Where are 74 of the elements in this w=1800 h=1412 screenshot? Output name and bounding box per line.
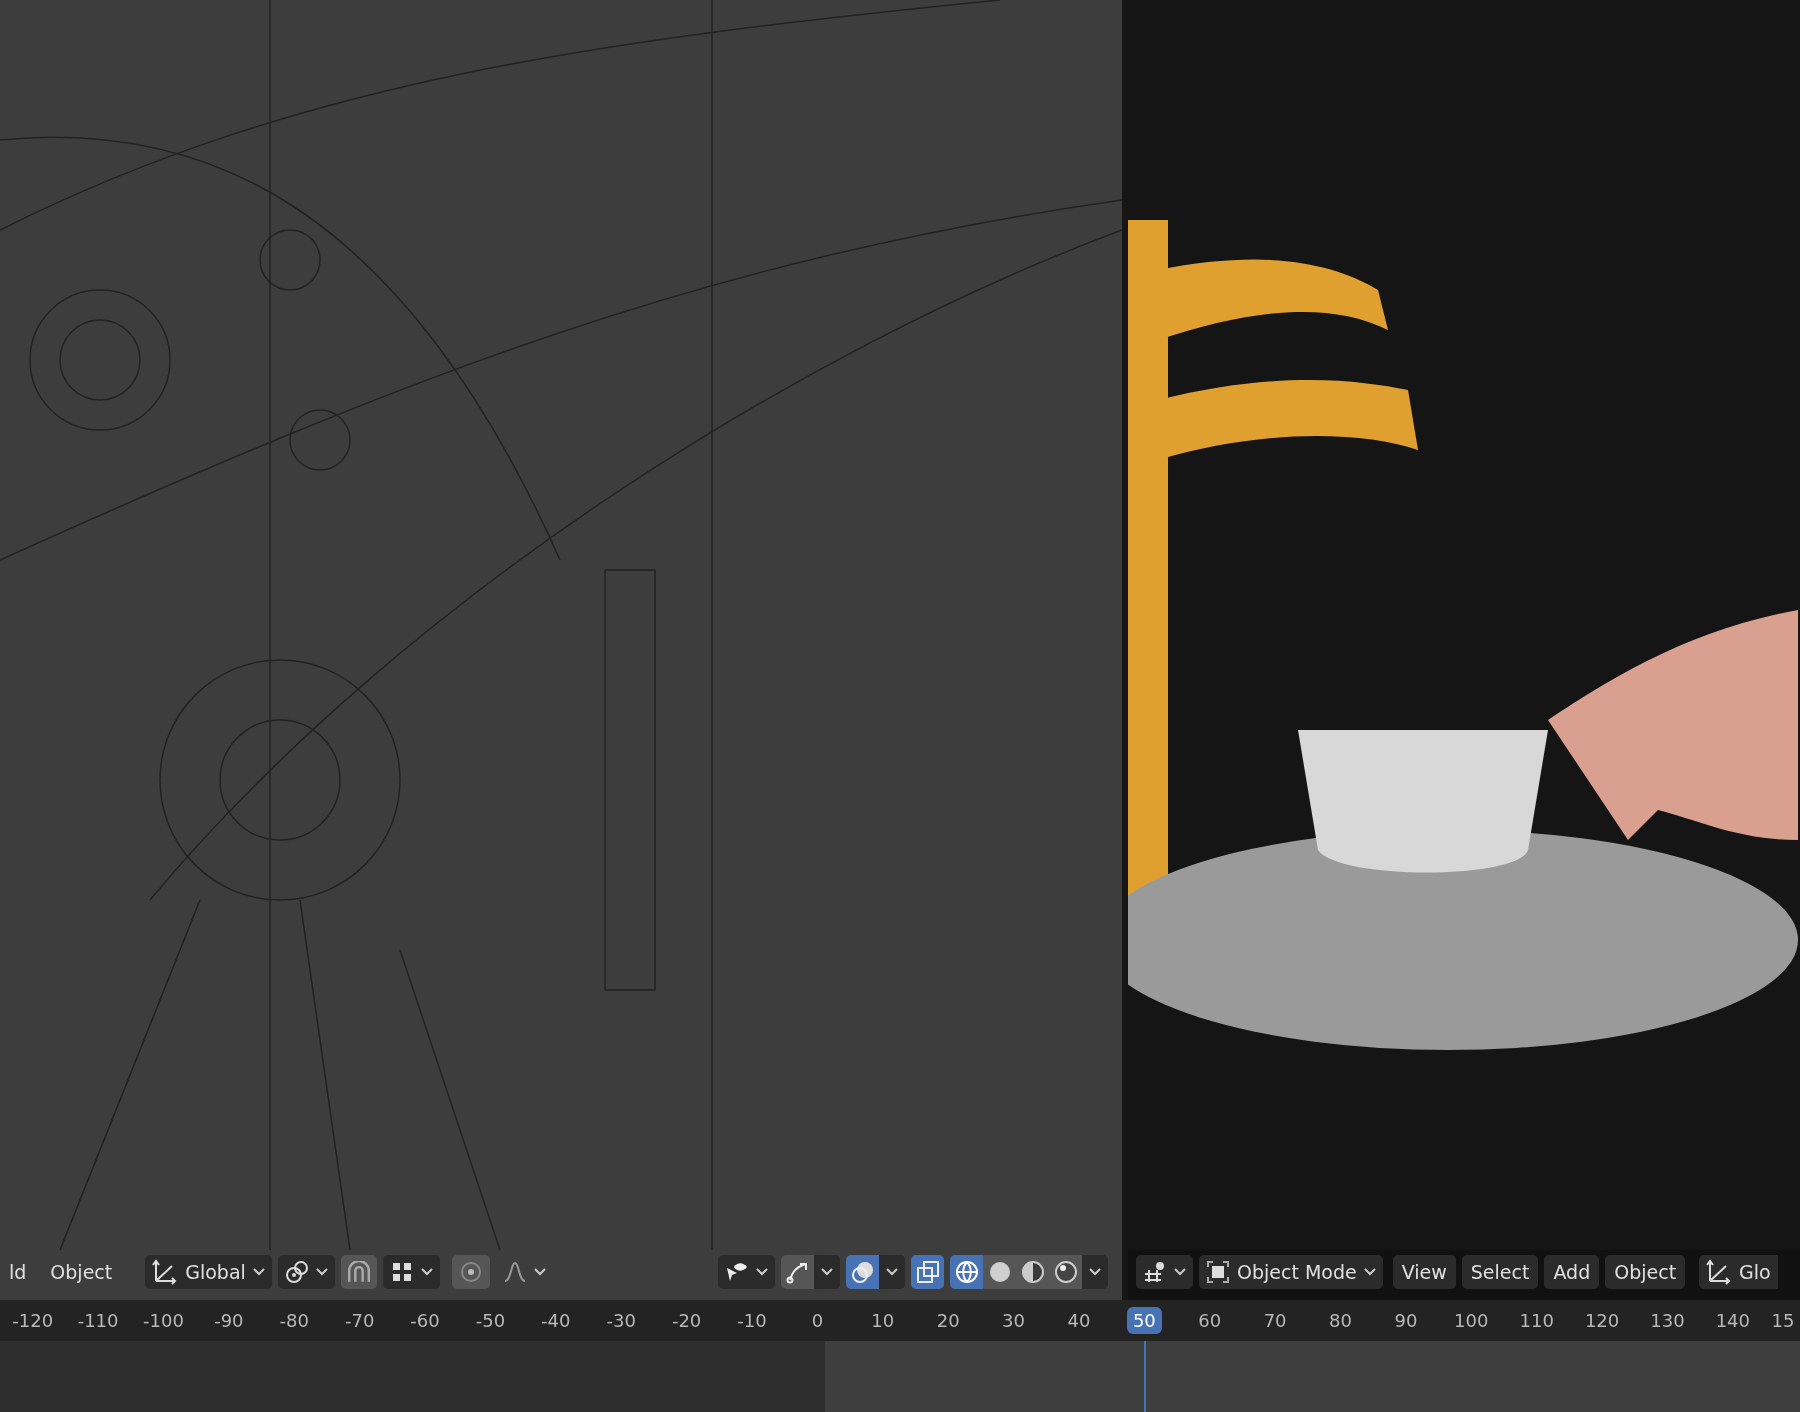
- pivot-icon: [284, 1260, 309, 1284]
- orientation-dropdown[interactable]: Glo: [1699, 1255, 1778, 1289]
- overlapping-circles-icon: [850, 1260, 875, 1284]
- visibility-dropdown[interactable]: [718, 1255, 775, 1289]
- axes-icon: [1706, 1259, 1733, 1285]
- frame-number: 50: [1126, 1307, 1162, 1334]
- frame-number: -40: [540, 1309, 572, 1333]
- frame-number: -20: [670, 1309, 703, 1333]
- frame-number: 10: [870, 1309, 896, 1333]
- chevron-icon: [315, 1268, 328, 1276]
- pivot-dropdown[interactable]: [277, 1255, 335, 1289]
- cube-icon: [1206, 1260, 1230, 1284]
- frame-number: 90: [1393, 1309, 1419, 1333]
- frame-number: -60: [409, 1309, 441, 1333]
- frame-number: -70: [343, 1309, 376, 1333]
- xray-toggle[interactable]: [911, 1255, 944, 1289]
- chevron-icon: [886, 1268, 898, 1276]
- chevron-icon: [420, 1268, 433, 1276]
- frame-number: 110: [1518, 1309, 1555, 1333]
- menu-item[interactable]: View: [1392, 1255, 1456, 1289]
- frame-number: 120: [1583, 1309, 1621, 1333]
- axes-icon: [152, 1259, 179, 1285]
- shading-mode-button[interactable]: [1049, 1255, 1082, 1289]
- frame-number: -90: [213, 1309, 245, 1333]
- frame-number: -110: [76, 1309, 120, 1333]
- chevron-icon: [1089, 1268, 1101, 1276]
- target-icon: [458, 1260, 483, 1284]
- menu-item[interactable]: Object: [41, 1255, 122, 1289]
- frame-number: 40: [1066, 1309, 1092, 1333]
- orientation-dropdown[interactable]: Global: [145, 1255, 272, 1289]
- shading-mode-button[interactable]: [983, 1255, 1016, 1289]
- editor-type-dropdown[interactable]: [1136, 1255, 1193, 1289]
- frame-number: 15: [1770, 1309, 1796, 1333]
- frame-number: 30: [1001, 1309, 1026, 1333]
- frame-number: 20: [935, 1309, 961, 1333]
- chevron-icon: [533, 1268, 546, 1276]
- scene-icon: [1143, 1260, 1167, 1284]
- sphere-icon: [987, 1260, 1012, 1284]
- frame-number: 80: [1328, 1309, 1353, 1333]
- frame-number: 140: [1714, 1309, 1752, 1333]
- frame-number: 0: [810, 1309, 825, 1333]
- frame-number: -50: [474, 1309, 507, 1333]
- globe-icon: [954, 1260, 979, 1284]
- gizmo-toggle[interactable]: [781, 1255, 814, 1289]
- curve-arrow-icon: [785, 1260, 810, 1284]
- proportional-edit-toggle[interactable]: [451, 1255, 490, 1289]
- frame-number: -120: [11, 1309, 55, 1333]
- overlays-toggle[interactable]: [846, 1255, 879, 1289]
- mode-dropdown[interactable]: Object Mode: [1199, 1255, 1383, 1289]
- chevron-icon: [1174, 1268, 1186, 1276]
- chevron-icon: [252, 1268, 265, 1276]
- curve-icon: [502, 1260, 527, 1284]
- frame-number: 60: [1197, 1309, 1223, 1333]
- frame-number: -100: [142, 1309, 185, 1333]
- frame-number: -30: [605, 1309, 637, 1333]
- menu-item[interactable]: Object: [1605, 1255, 1686, 1289]
- layered-squares-icon: [915, 1260, 940, 1284]
- chevron-icon: [821, 1268, 833, 1276]
- menu-item[interactable]: ld: [0, 1255, 36, 1289]
- frame-number: 70: [1262, 1309, 1288, 1333]
- frame-number: -80: [278, 1309, 310, 1333]
- snap-toggle[interactable]: [340, 1255, 377, 1289]
- frame-number: 100: [1453, 1309, 1490, 1333]
- frame-number: -10: [736, 1309, 768, 1333]
- menu-item[interactable]: Select: [1461, 1255, 1539, 1289]
- chevron-icon: [1363, 1268, 1376, 1276]
- shading-mode-button[interactable]: [950, 1255, 983, 1289]
- snap-target-dropdown[interactable]: [382, 1255, 440, 1289]
- menu-item[interactable]: Add: [1544, 1255, 1600, 1289]
- chevron-icon: [756, 1268, 768, 1276]
- shaded-sphere-icon: [1053, 1260, 1078, 1284]
- magnet-icon: [347, 1261, 370, 1283]
- half-sphere-icon: [1020, 1260, 1045, 1284]
- frame-number: 130: [1649, 1309, 1686, 1333]
